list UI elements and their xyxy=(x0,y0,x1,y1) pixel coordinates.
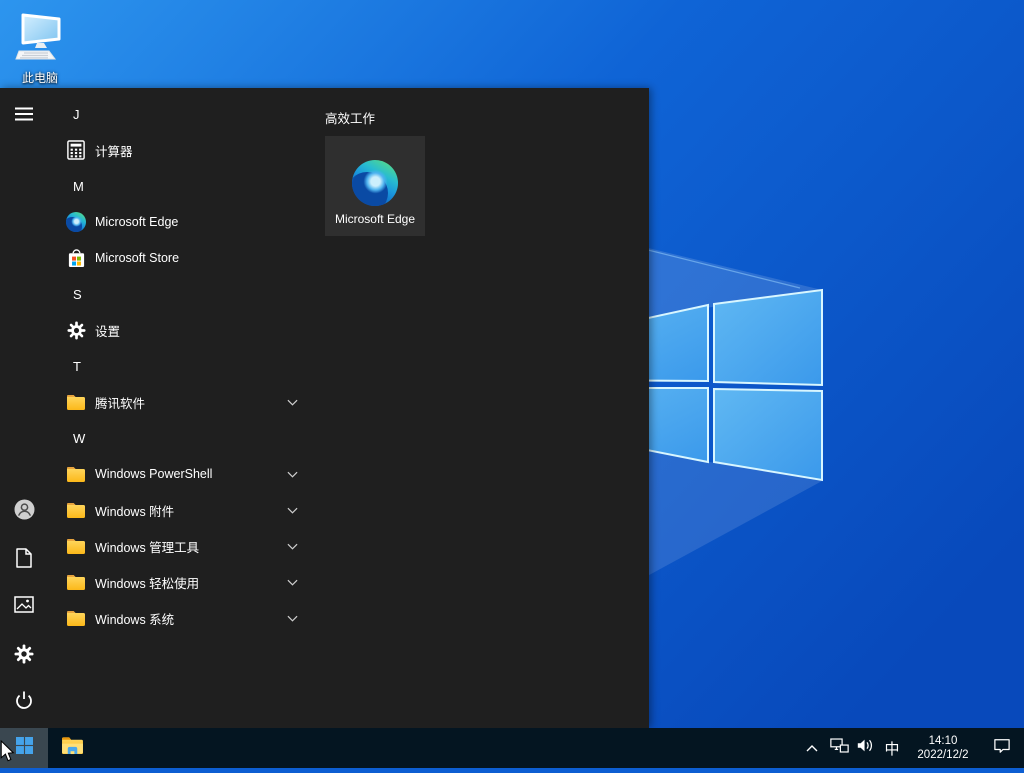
chevron-down-icon xyxy=(287,507,298,514)
app-list-folder-windows-powershell[interactable]: Windows PowerShell xyxy=(48,456,310,492)
app-list-folder-windows-ease-of-access[interactable]: Windows 轻松使用 xyxy=(48,564,310,600)
tray-clock[interactable]: 14:10 2022/12/2 xyxy=(906,728,980,768)
app-list-folder-windows-accessories[interactable]: Windows 附件 xyxy=(48,492,310,528)
notification-icon xyxy=(993,738,1011,759)
start-menu-rail xyxy=(0,88,48,728)
tile-microsoft-edge[interactable]: Microsoft Edge xyxy=(325,136,425,236)
action-center-button[interactable] xyxy=(980,728,1024,768)
pictures-button[interactable] xyxy=(0,585,48,629)
edge-icon xyxy=(66,212,86,232)
chevron-down-icon xyxy=(287,579,298,586)
power-icon xyxy=(14,690,34,715)
chevron-down-icon xyxy=(287,615,298,622)
system-tray: 中 14:10 2022/12/2 xyxy=(798,728,1024,768)
app-list-item-calculator[interactable]: 计算器 xyxy=(48,132,310,168)
start-menu: J 计算器 M Microsoft Edge xyxy=(0,88,649,728)
folder-icon xyxy=(66,500,86,520)
app-list-folder-windows-admin-tools[interactable]: Windows 管理工具 xyxy=(48,528,310,564)
edge-icon xyxy=(352,160,398,206)
pictures-icon xyxy=(14,596,34,618)
app-list-letter-t[interactable]: T xyxy=(48,348,310,384)
app-list-letter-j[interactable]: J xyxy=(48,96,310,132)
chevron-up-icon xyxy=(806,739,818,757)
expand-menu-button[interactable] xyxy=(0,94,48,138)
app-list-folder-tencent[interactable]: 腾讯软件 xyxy=(48,384,310,420)
settings-button[interactable] xyxy=(0,634,48,678)
hamburger-icon xyxy=(15,107,33,126)
app-list-item-settings[interactable]: 设置 xyxy=(48,312,310,348)
user-button[interactable] xyxy=(0,490,48,534)
computer-icon xyxy=(14,49,66,66)
app-list-letter-w[interactable]: W xyxy=(48,420,310,456)
user-icon xyxy=(14,499,35,525)
chevron-down-icon xyxy=(287,399,298,406)
app-list-item-microsoft-store[interactable]: Microsoft Store xyxy=(48,240,310,276)
network-tray-button[interactable] xyxy=(826,728,852,768)
tray-time: 14:10 xyxy=(917,734,968,748)
gear-icon xyxy=(66,320,86,340)
start-button[interactable] xyxy=(0,728,48,768)
taskbar: 中 14:10 2022/12/2 xyxy=(0,728,1024,768)
desktop-icon-label: 此电脑 xyxy=(8,69,72,86)
start-menu-app-list: J 计算器 M Microsoft Edge xyxy=(48,88,310,728)
store-icon xyxy=(66,248,86,268)
windows-logo-icon xyxy=(16,737,33,759)
folder-icon xyxy=(66,536,86,556)
folder-icon xyxy=(66,608,86,628)
chevron-down-icon xyxy=(287,471,298,478)
app-list-item-microsoft-edge[interactable]: Microsoft Edge xyxy=(48,204,310,240)
chevron-down-icon xyxy=(287,543,298,550)
folder-icon xyxy=(66,572,86,592)
power-button[interactable] xyxy=(0,680,48,724)
folder-icon xyxy=(61,736,84,760)
app-list-letter-s[interactable]: S xyxy=(48,276,310,312)
network-icon xyxy=(830,738,849,758)
desktop-icon-this-pc[interactable]: 此电脑 xyxy=(8,12,72,86)
calculator-icon xyxy=(66,140,86,160)
tile-group-title: 高效工作 xyxy=(325,108,649,124)
start-menu-tiles: 高效工作 Microsoft Edge xyxy=(310,88,649,728)
show-hidden-icons-button[interactable] xyxy=(798,728,826,768)
folder-icon xyxy=(66,464,86,484)
volume-tray-button[interactable] xyxy=(852,728,878,768)
folder-icon xyxy=(66,392,86,412)
gear-icon xyxy=(14,644,34,669)
file-explorer-button[interactable] xyxy=(48,728,96,768)
ime-indicator[interactable]: 中 xyxy=(878,728,906,768)
volume-icon xyxy=(856,738,874,758)
app-list-letter-m[interactable]: M xyxy=(48,168,310,204)
app-list-folder-windows-system[interactable]: Windows 系统 xyxy=(48,600,310,636)
tray-date: 2022/12/2 xyxy=(917,748,968,762)
document-icon xyxy=(16,548,32,573)
documents-button[interactable] xyxy=(0,538,48,582)
